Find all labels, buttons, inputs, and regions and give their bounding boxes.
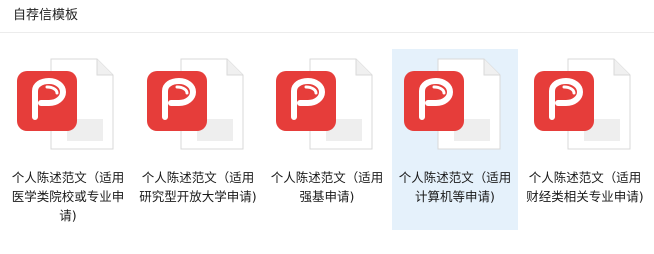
wps-pdf-icon	[5, 49, 131, 159]
folder-header: 自荐信模板	[0, 0, 654, 33]
folder-title: 自荐信模板	[13, 8, 79, 23]
wps-pdf-icon	[522, 49, 648, 159]
wps-pdf-icon	[392, 49, 518, 159]
file-name: 个人陈述范文（适用研究型开放大学申请)	[139, 170, 257, 204]
file-name: 个人陈述范文（适用财经类相关专业申请)	[526, 170, 644, 204]
wps-pdf-icon	[135, 49, 261, 159]
file-name: 个人陈述范文（适用计算机等申请)	[398, 170, 512, 204]
file-item[interactable]: 个人陈述范文（适用研究型开放大学申请)	[135, 49, 261, 230]
file-item[interactable]: 个人陈述范文（适用强基申请)	[264, 49, 390, 230]
file-name: 个人陈述范文（适用强基申请)	[270, 170, 384, 204]
file-item[interactable]: 个人陈述范文（适用医学类院校或专业申请)	[5, 49, 131, 230]
file-grid: 个人陈述范文（适用医学类院校或专业申请) 个人陈述范文（适用研究型开放大学申请)	[0, 33, 654, 254]
file-item-selected[interactable]: 个人陈述范文（适用计算机等申请)	[392, 49, 518, 230]
file-name: 个人陈述范文（适用医学类院校或专业申请)	[11, 170, 125, 223]
wps-pdf-icon	[264, 49, 390, 159]
file-item[interactable]: 个人陈述范文（适用财经类相关专业申请)	[522, 49, 648, 230]
